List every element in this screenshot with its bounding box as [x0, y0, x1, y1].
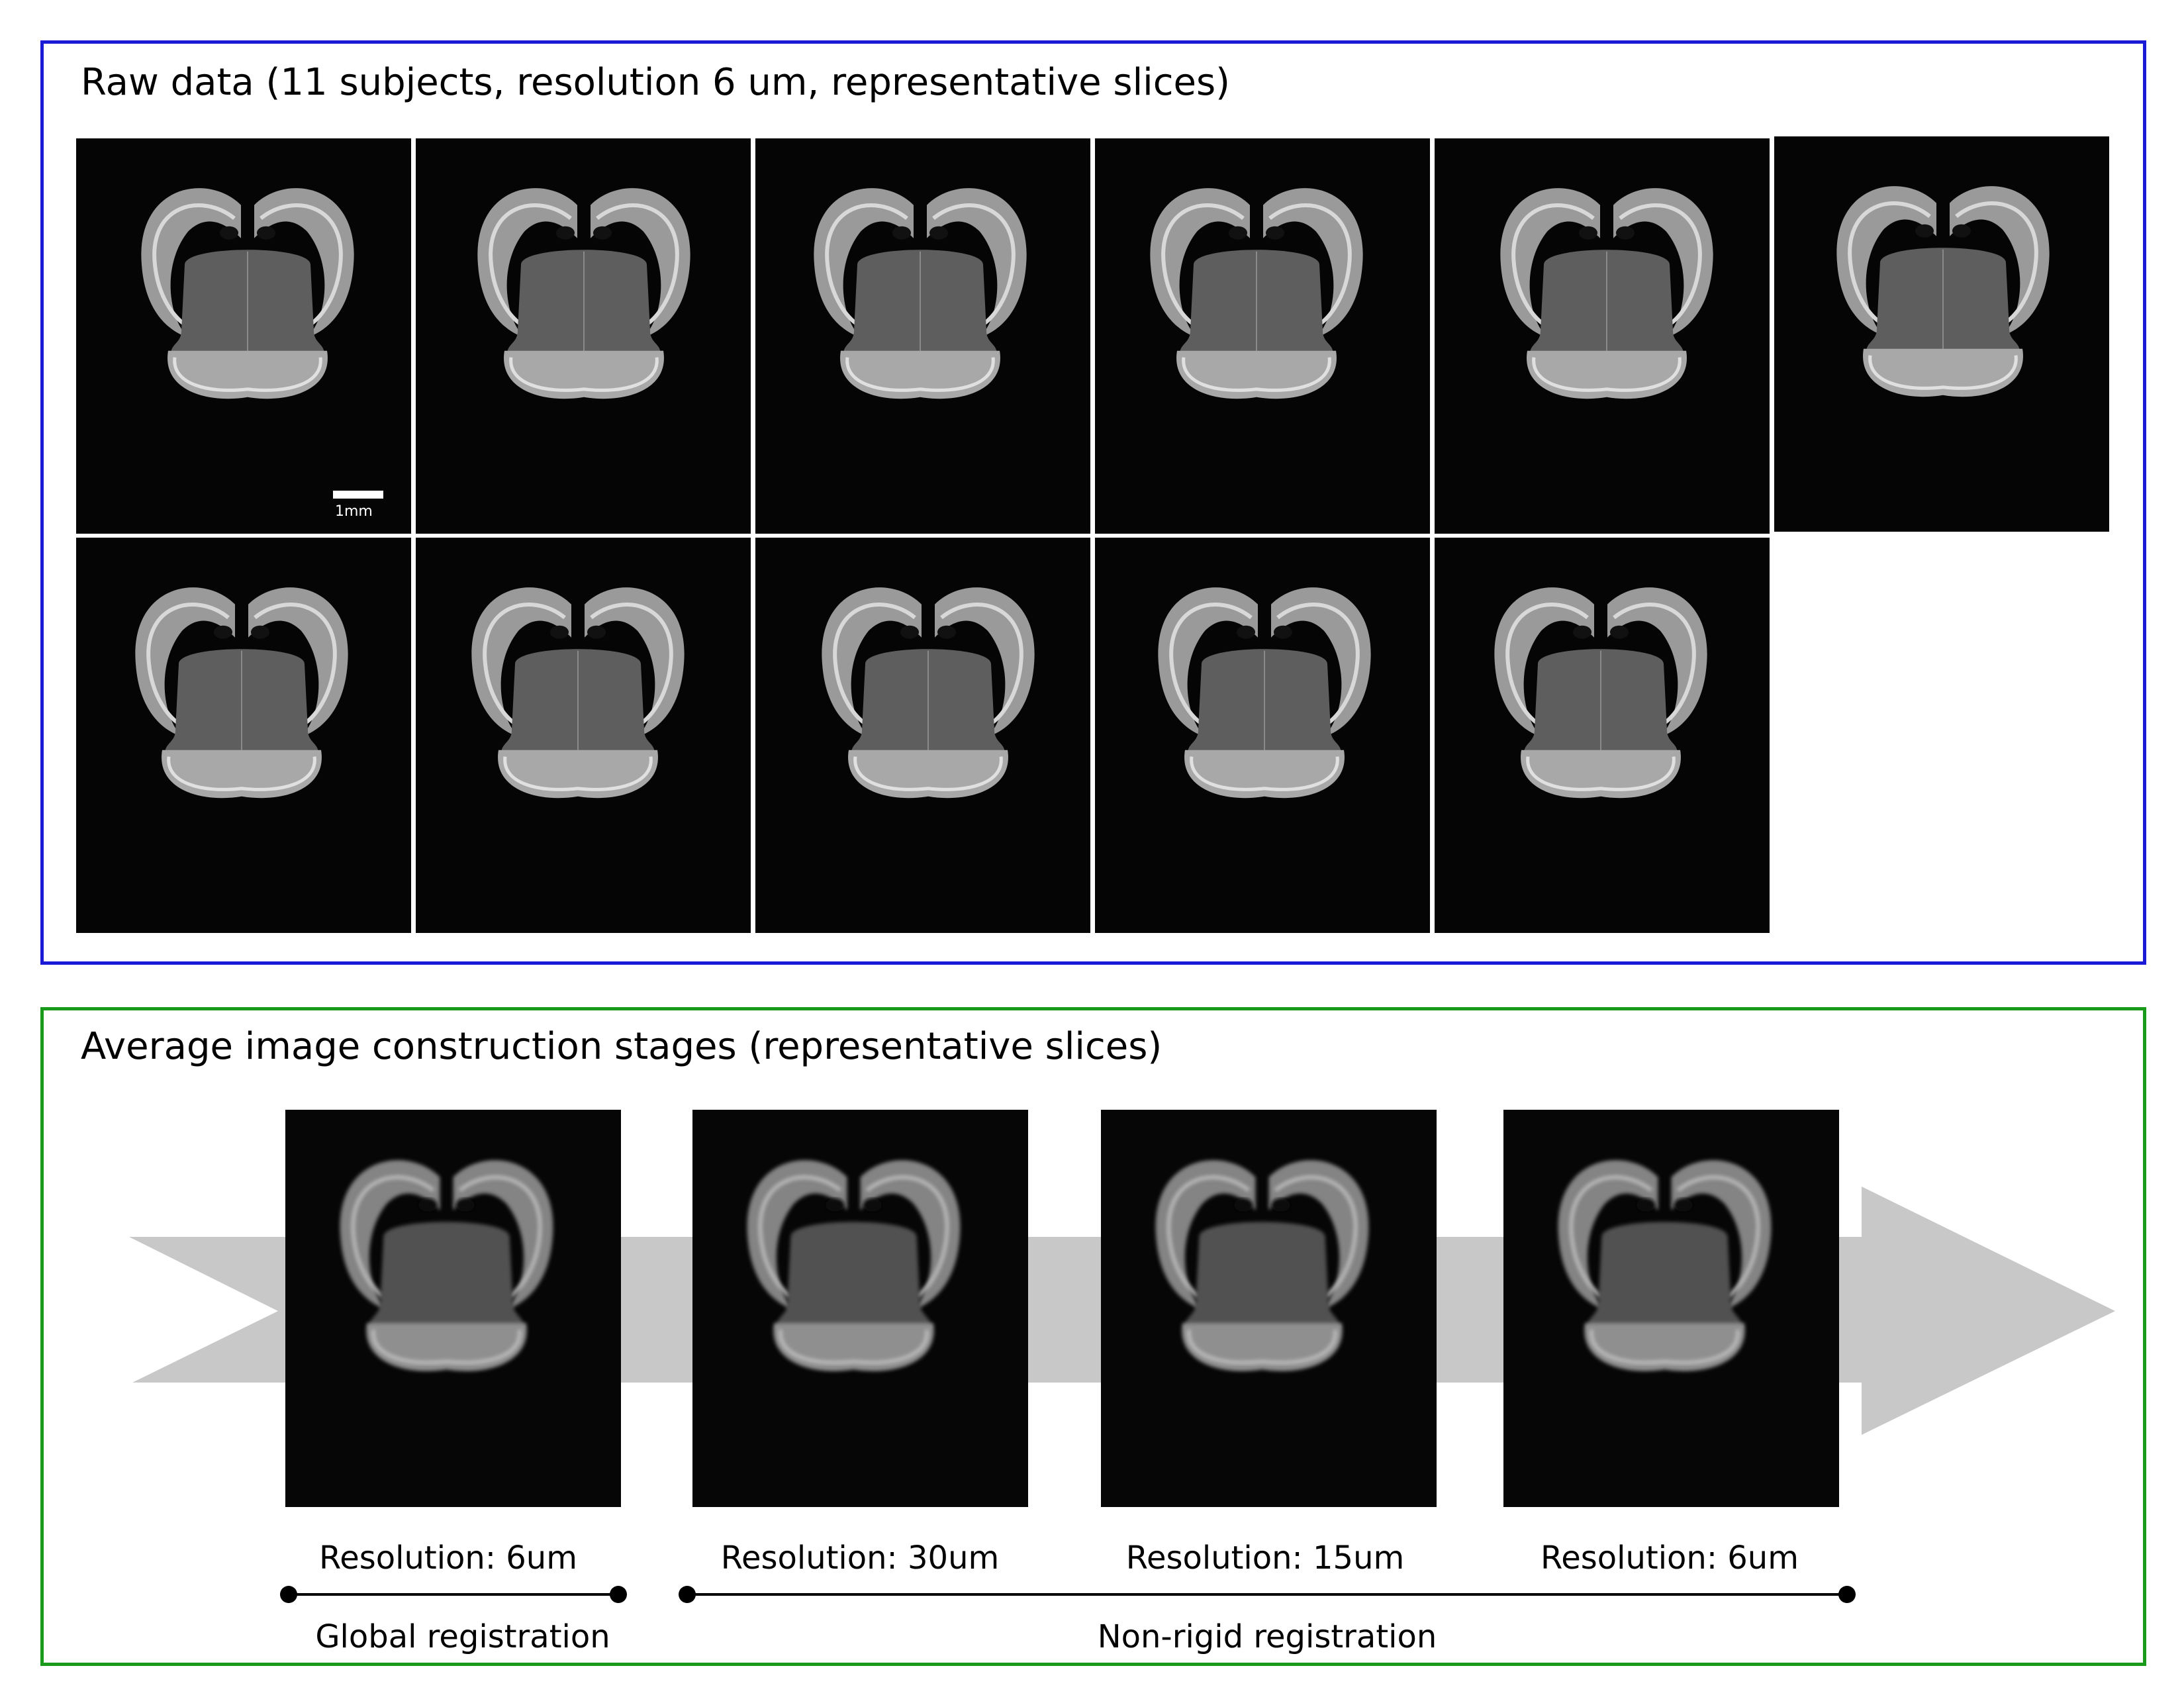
timeline-dot: [679, 1586, 696, 1603]
global-registration-label: Global registration: [315, 1618, 610, 1655]
timeline-dot: [280, 1586, 297, 1603]
timeline-dot: [610, 1586, 627, 1603]
timeline-dot: [1838, 1586, 1856, 1603]
registration-timeline: [280, 1586, 1856, 1603]
nonrigid-registration-label: Non-rigid registration: [1097, 1618, 1437, 1655]
